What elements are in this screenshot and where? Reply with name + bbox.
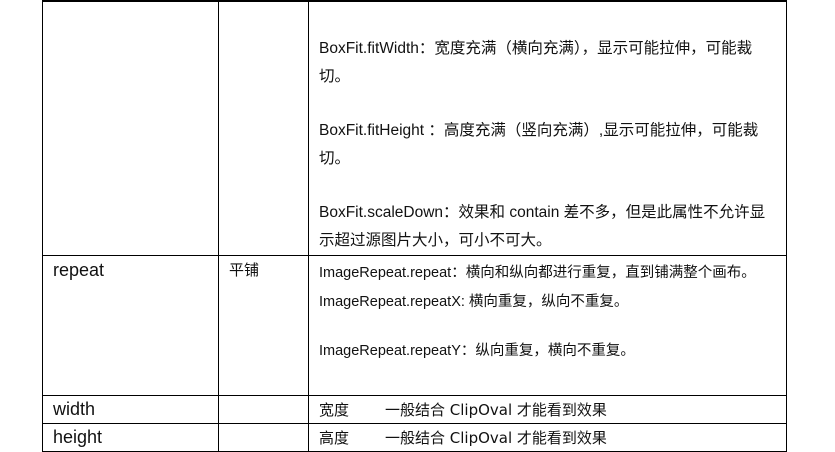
scale-down-text: BoxFit.scaleDown：效果和 contain 差不多，但是此属性不允… — [319, 204, 766, 249]
height-name: height — [53, 427, 103, 447]
width-value: 一般结合 ClipOval 才能看到效果 — [385, 401, 607, 419]
cell-height-name: height — [42, 423, 219, 452]
table-row-width: width 宽度 一般结合 ClipOval 才能看到效果 — [42, 395, 787, 424]
table: BoxFit.fitWidth：宽度充满（横向充满），显示可能拉伸，可能裁切。 … — [42, 0, 787, 452]
width-name: width — [53, 399, 96, 419]
fit-values: BoxFit.fitWidth：宽度充满（横向充满），显示可能拉伸，可能裁切。 … — [309, 35, 786, 255]
repeat-y-text: ImageRepeat.repeatY：纵向重复，横向不重复。 — [319, 343, 635, 359]
properties-table: BoxFit.fitWidth：宽度充满（横向充满），显示可能拉伸，可能裁切。 … — [42, 0, 787, 452]
fit-width-text: BoxFit.fitWidth：宽度充满（横向充满），显示可能拉伸，可能裁切。 — [319, 40, 753, 85]
cell-repeat-values: ImageRepeat.repeat：横向和纵向都进行重复，直到铺满整个画布。 … — [308, 255, 787, 396]
table-row-fit: BoxFit.fitWidth：宽度充满（横向充满），显示可能拉伸，可能裁切。 … — [42, 0, 787, 256]
cell-height-desc — [218, 423, 309, 452]
fit-height-text: BoxFit.fitHeight ：高度充满（竖向充满）,显示可能拉伸，可能裁切… — [319, 122, 759, 167]
cell-width-desc — [218, 395, 309, 424]
width-label: 宽度 — [319, 401, 350, 419]
cell-repeat-name: repeat — [42, 255, 219, 396]
repeat-text: ImageRepeat.repeat：横向和纵向都进行重复，直到铺满整个画布。 — [319, 265, 756, 281]
height-label: 高度 — [319, 429, 350, 447]
width-value-line: 宽度 一般结合 ClipOval 才能看到效果 — [309, 396, 786, 422]
repeat-values: ImageRepeat.repeat：横向和纵向都进行重复，直到铺满整个画布。 … — [309, 261, 786, 364]
repeat-name: repeat — [53, 260, 105, 280]
cell-repeat-desc: 平铺 — [218, 255, 309, 396]
cell-fit-name — [42, 0, 219, 256]
table-row-repeat: repeat 平铺 ImageRepeat.repeat：横向和纵向都进行重复，… — [42, 255, 787, 396]
cell-width-name: width — [42, 395, 219, 424]
cell-width-value: 宽度 一般结合 ClipOval 才能看到效果 — [308, 395, 787, 424]
cell-fit-values: BoxFit.fitWidth：宽度充满（横向充满），显示可能拉伸，可能裁切。 … — [308, 0, 787, 256]
table-row-height: height 高度 一般结合 ClipOval 才能看到效果 — [42, 423, 787, 452]
cell-height-value: 高度 一般结合 ClipOval 才能看到效果 — [308, 423, 787, 452]
height-value: 一般结合 ClipOval 才能看到效果 — [385, 429, 607, 447]
height-value-line: 高度 一般结合 ClipOval 才能看到效果 — [309, 424, 786, 450]
cell-fit-desc — [218, 0, 309, 256]
repeat-x-text: ImageRepeat.repeatX: 横向重复，纵向不重复。 — [319, 294, 629, 310]
repeat-desc: 平铺 — [229, 261, 260, 279]
